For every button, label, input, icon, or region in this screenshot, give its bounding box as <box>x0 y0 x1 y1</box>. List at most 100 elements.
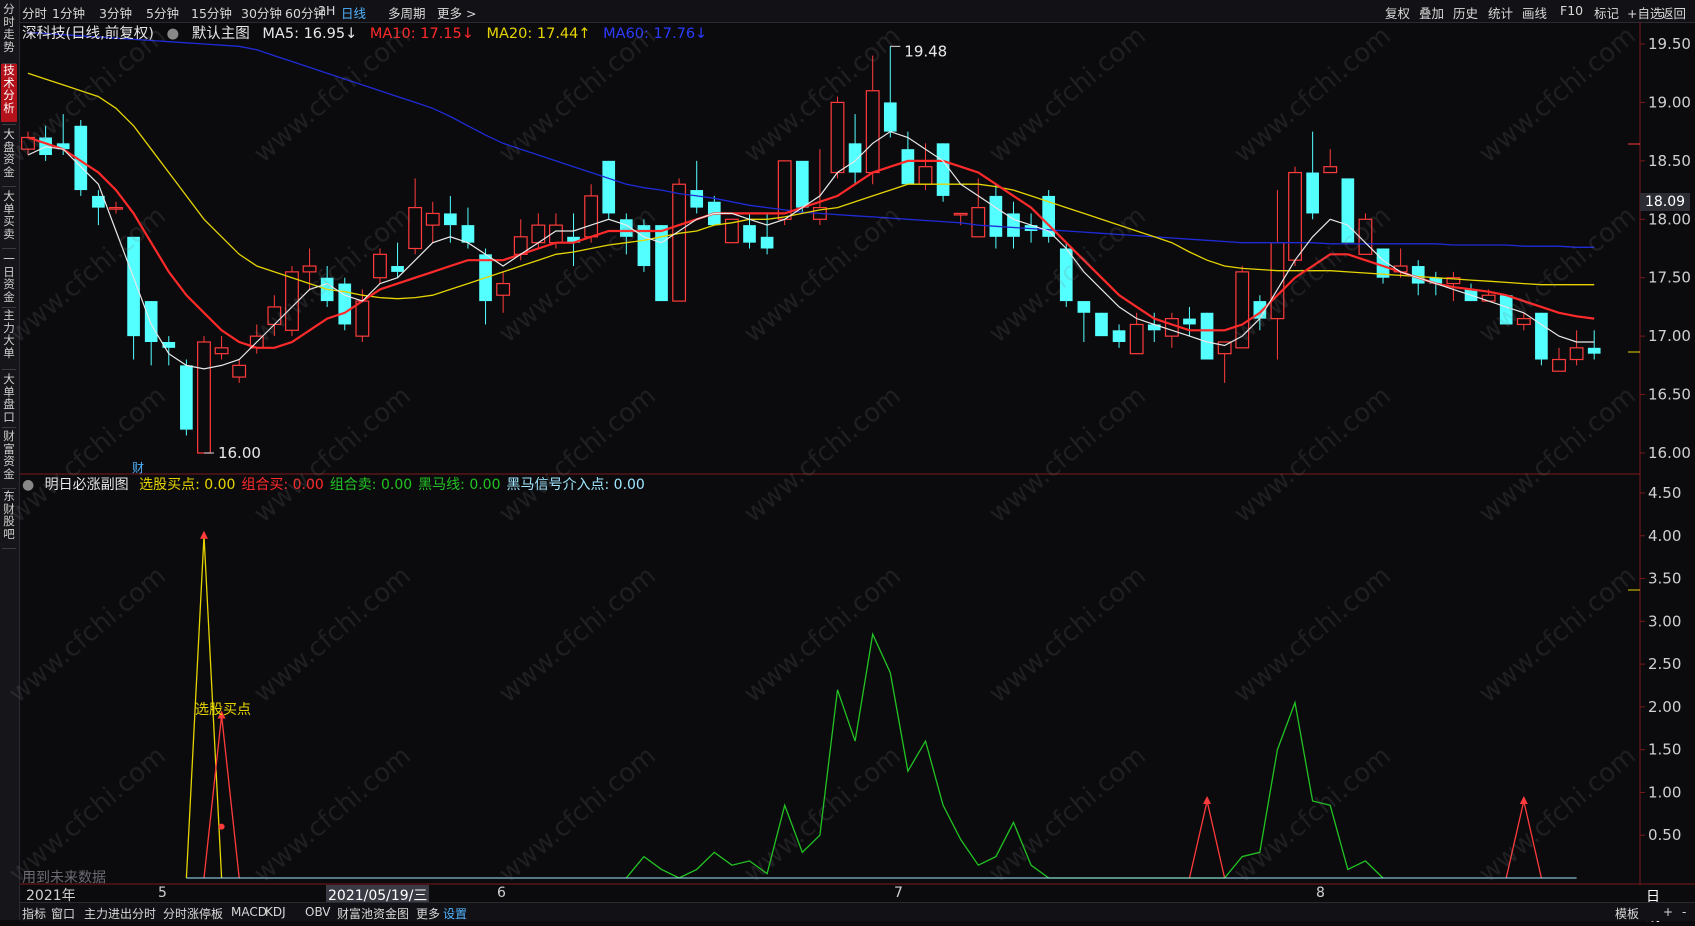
indicator-series-4 <box>625 631 1384 879</box>
indicator-title[interactable]: 明日必涨副图 <box>45 477 129 493</box>
candle-body-up <box>408 207 423 250</box>
bottom-tab-0[interactable]: 指标 <box>22 905 46 922</box>
candle-body-up <box>672 183 687 302</box>
candle-body-down <box>1587 347 1601 354</box>
candle-body-down <box>883 102 897 132</box>
candle-body-up <box>232 364 247 378</box>
candle-body-down <box>1535 312 1548 360</box>
indicator-axis-label: 3.00 <box>1648 612 1681 630</box>
x-axis-label-5: 8 <box>1316 885 1325 901</box>
price-axis-label: 16.00 <box>1648 444 1691 462</box>
candle-body-up <box>1516 318 1531 326</box>
settings-dot-icon[interactable]: ● <box>22 477 34 493</box>
candle-body-down <box>180 365 193 430</box>
candle-body-down <box>127 236 140 337</box>
indicator-axis-label: 0.50 <box>1648 826 1681 844</box>
candle-body-down <box>690 190 704 208</box>
candle-body-down <box>848 143 862 173</box>
ma5-value: MA5: 16.95↓ <box>262 26 358 42</box>
candle-body-up <box>109 207 123 210</box>
candle-body-down <box>936 143 950 196</box>
indicator-value-1: 组合买: 0.00 <box>241 477 324 493</box>
candle-body-down <box>144 301 158 342</box>
x-axis-label-1: 5 <box>158 885 167 901</box>
indicator-info: ● 明日必涨副图 选股买点: 0.00 组合买: 0.00 组合卖: 0.00 黑马线… <box>22 474 651 494</box>
bottom-tab-2[interactable]: 主力进出分时 <box>84 905 156 922</box>
x-axis-label-4: 7 <box>894 885 903 901</box>
candle-body-down <box>1200 312 1214 360</box>
ma60-value: MA60: 17.76↓ <box>603 26 708 42</box>
candle-body-up <box>1270 242 1285 320</box>
candle-body-up <box>953 212 968 216</box>
candle-body-up <box>267 306 282 326</box>
bottom-tab-9[interactable]: 设置 <box>443 905 467 922</box>
candle-body-up <box>830 101 845 174</box>
bottom-tab-3[interactable]: 分时涨停板 <box>163 905 223 922</box>
candle-body-down <box>1112 330 1126 342</box>
bottom-tab-8[interactable]: 更多 <box>416 905 440 922</box>
bottom-tab-6[interactable]: OBV <box>305 905 331 919</box>
candle-body-down <box>1183 318 1196 325</box>
buy-arrow-icon <box>1203 796 1212 804</box>
price-axis-label: 19.00 <box>1648 93 1691 111</box>
candle-body-up <box>1288 171 1302 261</box>
template-name[interactable]: 默认主图 <box>192 26 250 42</box>
candle-body-down <box>461 225 475 243</box>
candle-body-down <box>602 160 616 214</box>
candle-body-down <box>1077 301 1091 313</box>
buy-arrow-icon <box>199 530 208 539</box>
bottom-tab-7[interactable]: 财富池资金图 <box>337 905 409 922</box>
price-axis-label: 17.00 <box>1648 327 1691 345</box>
indicator-axis-label: 3.50 <box>1648 570 1681 588</box>
ma10-value: MA10: 17.15↓ <box>369 26 474 42</box>
candle-body-down <box>989 195 1003 237</box>
candle-body-up <box>1164 318 1179 337</box>
price-axis-label: 16.50 <box>1648 386 1691 404</box>
candle-body-up <box>1552 358 1566 372</box>
chart-canvas[interactable]: 19.50 19.00 18.50 18.00 17.50 17.00 16.50 16.00… <box>0 0 1695 920</box>
bottom-tab-5[interactable]: KDJ <box>265 905 286 919</box>
candle-body-up <box>302 265 317 273</box>
candle-body-up <box>355 300 370 337</box>
candle-body-up <box>496 282 511 296</box>
bottom-right-2[interactable]: - <box>1682 905 1686 919</box>
candle-body-up <box>214 347 229 355</box>
ma20-line <box>27 72 1595 300</box>
stock-name[interactable]: 深科技(日线,前复权) <box>22 26 154 42</box>
bottom-tab-1[interactable]: 窗口 <box>51 905 75 922</box>
candle-body-up <box>425 212 440 226</box>
candle-body-down <box>743 225 756 243</box>
price-axis-label: 17.50 <box>1648 269 1691 287</box>
cai-marker: 财 <box>132 461 144 475</box>
bottom-tab-4[interactable]: MACD <box>231 905 267 919</box>
candle-body-up <box>584 195 599 238</box>
candle-body-up <box>1129 323 1144 355</box>
candle-body-up <box>285 271 299 331</box>
indicator-axis-label: 1.00 <box>1648 783 1681 801</box>
indicator-axis-label: 2.00 <box>1648 698 1681 716</box>
indicator-axis-label: 4.50 <box>1648 484 1681 502</box>
price-axis-label: 19.50 <box>1648 35 1691 53</box>
ma60-line <box>27 31 1595 248</box>
candle-body-down <box>1306 172 1319 214</box>
indicator-series-1 <box>203 715 240 879</box>
indicator-value-2: 组合卖: 0.00 <box>329 477 413 493</box>
candle-body-up <box>865 90 880 174</box>
candle-body-up <box>373 253 387 279</box>
candle-body-up <box>918 166 933 185</box>
candle-body-down <box>760 236 774 249</box>
indicator-value-4: 黑马信号介入点: 0.00 <box>506 477 645 493</box>
buy-arrow-icon <box>1519 796 1528 804</box>
current-price-tag: 18.09 <box>1640 193 1690 211</box>
indicator-value-3: 黑马线: 0.00 <box>418 477 501 493</box>
ma20-value: MA20: 17.44↑ <box>486 26 591 42</box>
candle-body-down <box>1095 312 1108 337</box>
low-marker: 16.00 <box>218 444 261 462</box>
price-axis-label: 18.50 <box>1648 152 1691 170</box>
settings-dot-icon[interactable]: ● <box>167 26 180 42</box>
bottom-right-0[interactable]: 模板 <box>1615 905 1639 922</box>
buy-point-label: 选股买点 <box>195 702 251 718</box>
price-axis-label: 18.00 <box>1648 210 1691 228</box>
candle-body-up <box>1323 166 1338 174</box>
bottom-right-1[interactable]: + <box>1663 905 1673 919</box>
